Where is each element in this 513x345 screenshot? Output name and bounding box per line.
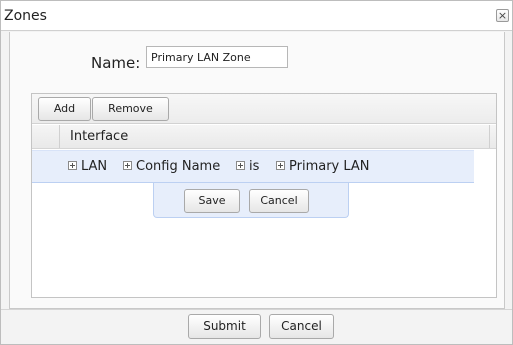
table-row-editing[interactable]: LAN Config Name is Primary LAN (32, 150, 474, 183)
row-header-cell (32, 125, 60, 148)
name-label: Name: (91, 54, 141, 72)
close-icon[interactable]: × (496, 9, 509, 22)
plus-box-icon (276, 161, 285, 170)
row-editor-popup: Save Cancel (153, 183, 349, 218)
footer-divider (1, 309, 512, 310)
column-divider (489, 125, 490, 148)
cancel-button[interactable]: Cancel (269, 314, 334, 339)
plus-box-icon (236, 161, 245, 170)
dialog-title: Zones (4, 8, 47, 24)
name-input[interactable] (146, 46, 288, 68)
submit-button[interactable]: Submit (188, 314, 261, 339)
remove-button[interactable]: Remove (92, 97, 169, 121)
add-button[interactable]: Add (38, 97, 91, 121)
grid-toolbar: Add Remove (32, 94, 496, 124)
condition-field[interactable]: Config Name (123, 159, 220, 174)
interface-grid: Add Remove Interface LAN Config Name is … (31, 93, 497, 298)
editor-cancel-button[interactable]: Cancel (249, 189, 309, 213)
zones-dialog: Zones × Name: Add Remove Interface LAN C… (0, 0, 513, 345)
condition-value[interactable]: Primary LAN (276, 159, 370, 174)
column-header-interface[interactable]: Interface (70, 129, 128, 144)
dialog-titlebar: Zones × (1, 1, 512, 31)
save-button[interactable]: Save (184, 189, 240, 213)
condition-interface[interactable]: LAN (68, 159, 107, 174)
condition-operator[interactable]: is (236, 159, 259, 174)
grid-header: Interface (32, 125, 496, 149)
plus-box-icon (123, 161, 132, 170)
plus-box-icon (68, 161, 77, 170)
